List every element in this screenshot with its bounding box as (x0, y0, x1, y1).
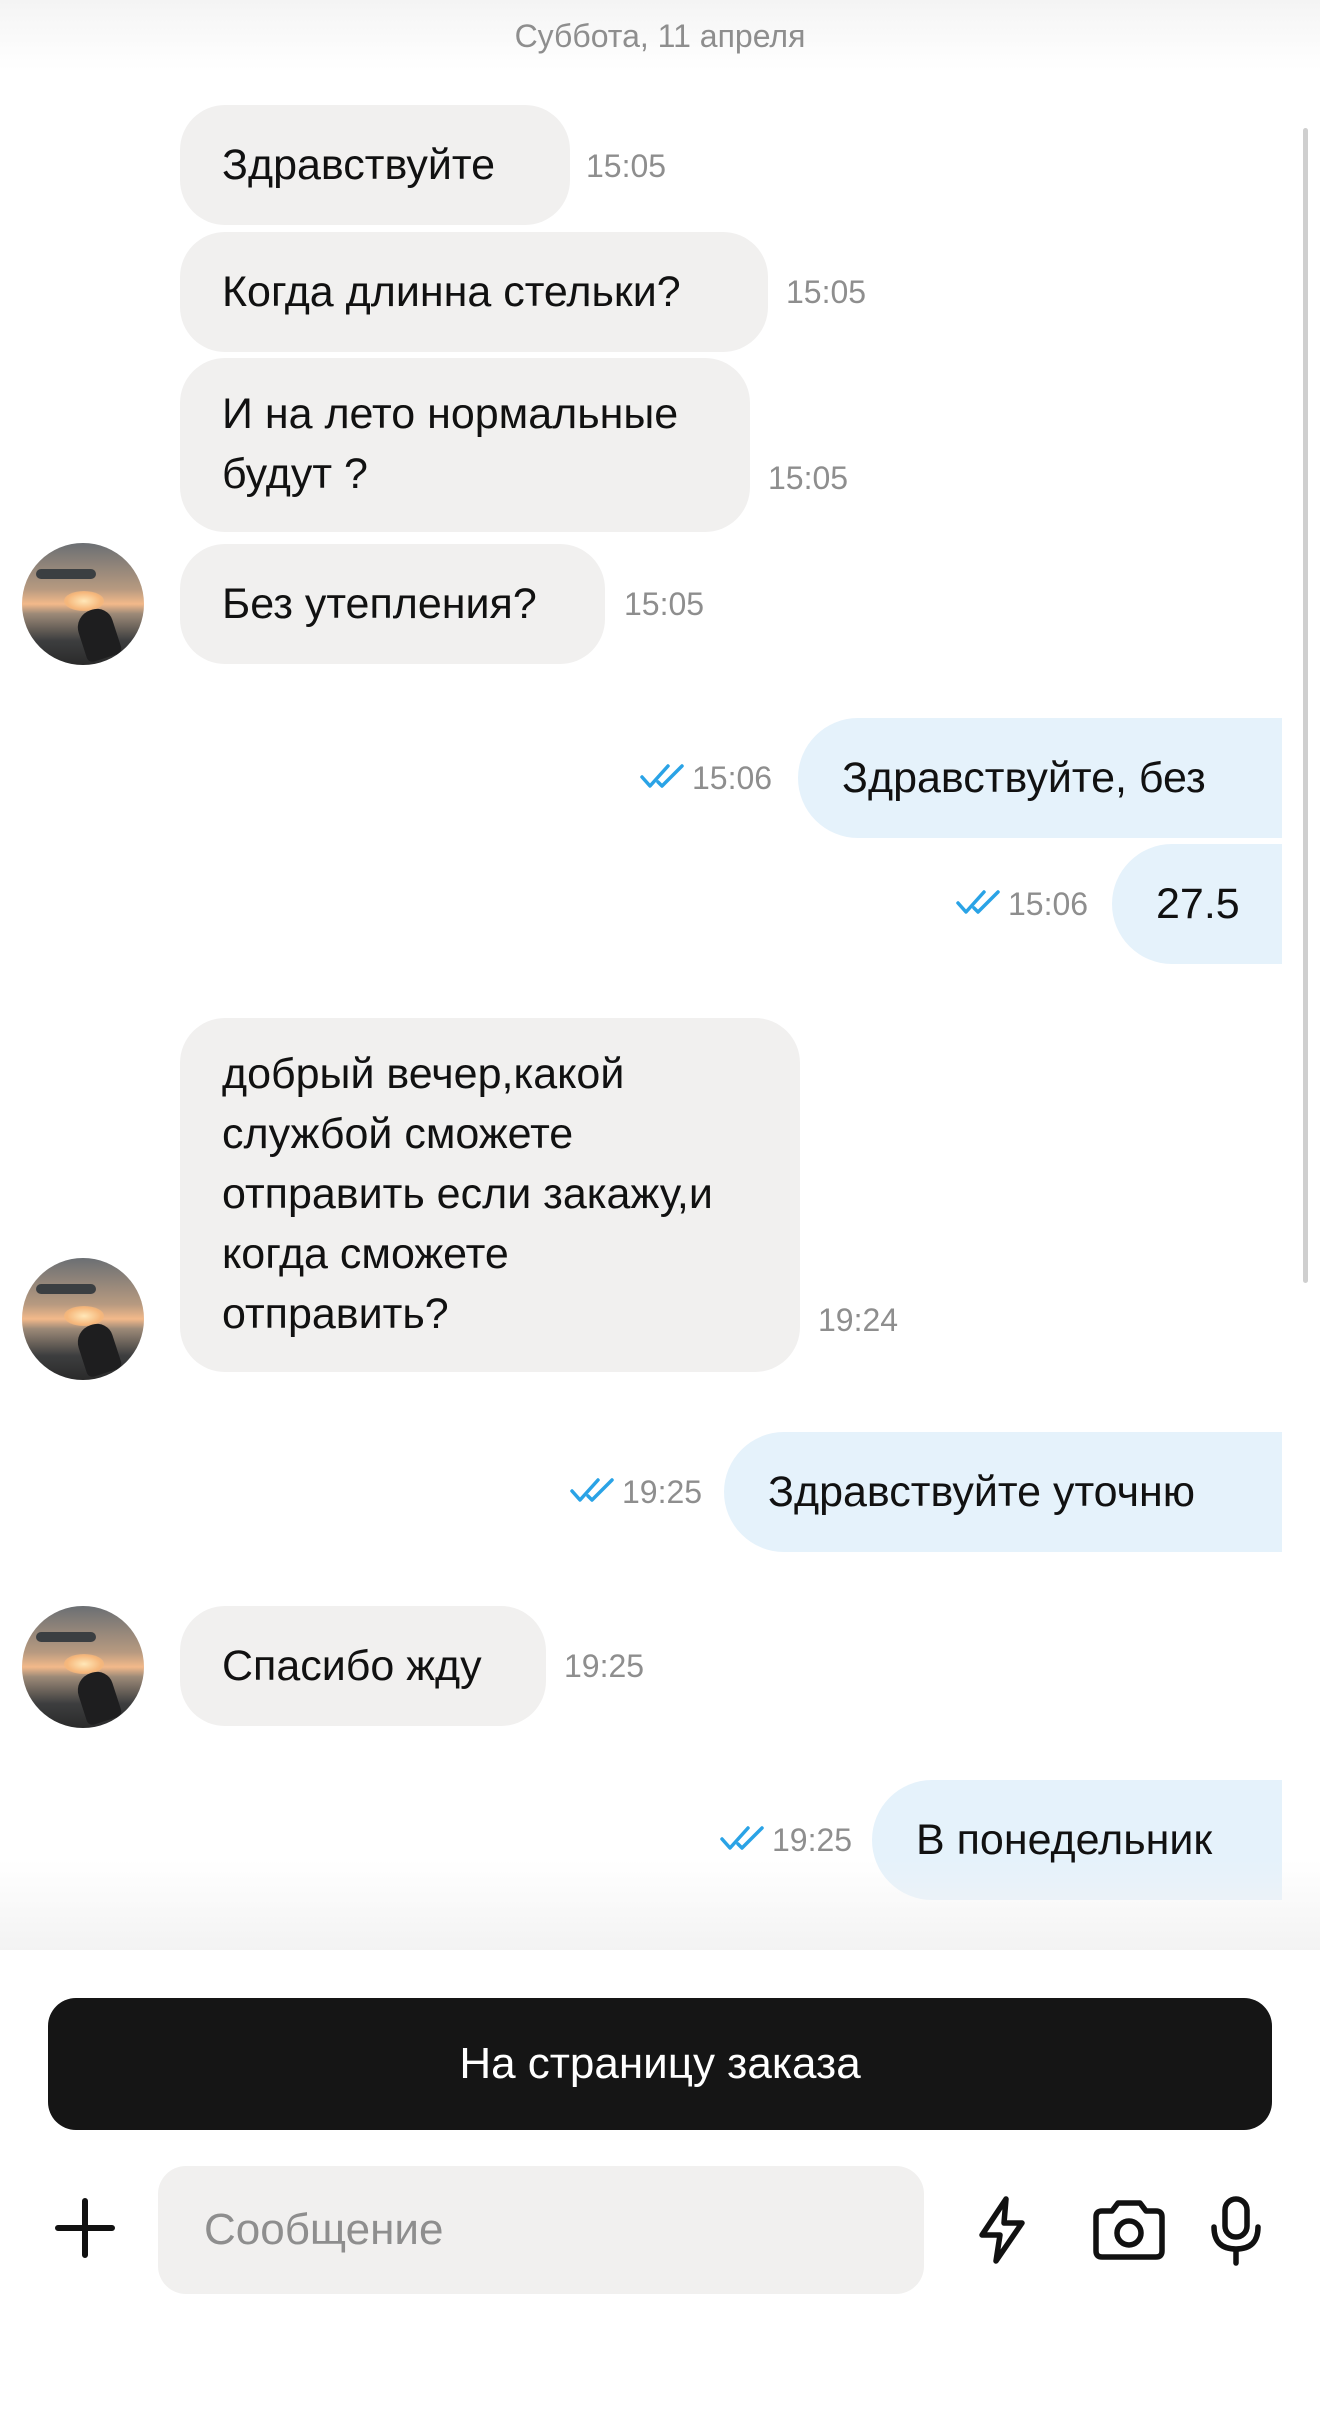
message-bubble-incoming[interactable]: И на лето нормальные будут ? (180, 358, 750, 532)
composer-panel: На страницу заказа Сообщение (0, 1950, 1320, 2434)
order-page-button[interactable]: На страницу заказа (48, 1998, 1272, 2130)
message-text: Здравствуйте уточню (768, 1468, 1196, 1516)
message-line: отправить если закажу,и (222, 1170, 713, 1218)
message-input-placeholder: Сообщение (204, 2205, 444, 2254)
message-time: 15:06 (692, 760, 773, 796)
message-time: 19:24 (818, 1302, 899, 1338)
scrollbar[interactable] (1303, 128, 1308, 1283)
date-header: Суббота, 11 апреля (514, 18, 806, 54)
bottom-fade (0, 1860, 1320, 1950)
message-line: когда сможете (222, 1230, 509, 1278)
message-line: службой сможете (222, 1110, 574, 1158)
message-bubble-incoming[interactable]: Здравствуйте (180, 105, 570, 225)
message-line: добрый вечер,какой (222, 1050, 625, 1098)
message-line: И на лето нормальные (222, 390, 679, 438)
message-time: 19:25 (622, 1474, 703, 1510)
avatar[interactable] (22, 1606, 144, 1728)
double-check-icon (720, 1824, 766, 1852)
plus-icon[interactable] (50, 2193, 120, 2263)
avatar[interactable] (22, 1258, 144, 1380)
message-text: Без утепления? (222, 580, 537, 628)
microphone-icon[interactable] (1208, 2195, 1264, 2272)
message-time: 15:05 (624, 586, 705, 622)
lightning-icon[interactable] (972, 2195, 1032, 2270)
double-check-icon (640, 762, 686, 790)
double-check-icon (570, 1476, 616, 1504)
camera-icon[interactable] (1090, 2195, 1168, 2270)
message-text: Здравствуйте, без (842, 754, 1206, 802)
message-text: Здравствуйте (222, 141, 495, 189)
message-text: 27.5 (1156, 880, 1240, 928)
message-text: Спасибо жду (222, 1642, 482, 1690)
message-time: 19:25 (564, 1648, 645, 1684)
message-input[interactable]: Сообщение (158, 2166, 924, 2294)
message-time: 15:05 (586, 148, 667, 184)
avatar[interactable] (22, 543, 144, 665)
message-bubble-outgoing[interactable]: 27.5 (1112, 844, 1282, 964)
message-line: отправить? (222, 1290, 449, 1338)
message-bubble-incoming[interactable]: Без утепления? (180, 544, 605, 664)
message-bubble-incoming[interactable]: Когда длинна стельки? (180, 232, 768, 352)
message-text: Когда длинна стельки? (222, 268, 681, 316)
double-check-icon (956, 888, 1002, 916)
message-line: будут ? (222, 450, 368, 498)
chat-area: Суббота, 11 апреля Здравствуйте 15:05 Ко… (0, 0, 1320, 1950)
message-time: 15:05 (786, 274, 867, 310)
message-time: 19:25 (772, 1822, 853, 1858)
message-bubble-outgoing[interactable]: Здравствуйте уточню (724, 1432, 1282, 1552)
message-time: 15:06 (1008, 886, 1089, 922)
message-bubble-incoming[interactable]: Спасибо жду (180, 1606, 546, 1726)
message-time: 15:05 (768, 460, 849, 496)
message-bubble-incoming[interactable]: добрый вечер,какой службой сможете отпра… (180, 1018, 800, 1372)
message-bubble-outgoing[interactable]: Здравствуйте, без (798, 718, 1282, 838)
